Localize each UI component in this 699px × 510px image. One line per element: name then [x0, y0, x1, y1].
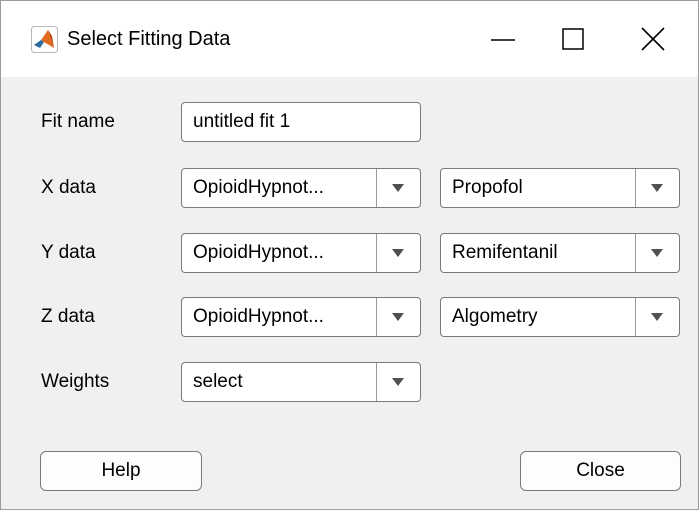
x-data-variable-dropdown[interactable]: Propofol: [440, 168, 680, 208]
dropdown-arrow[interactable]: [376, 363, 420, 401]
chevron-down-icon: [392, 184, 404, 192]
weights-value: select: [193, 371, 243, 392]
dropdown-arrow[interactable]: [376, 169, 420, 207]
matlab-membrane-icon: [31, 26, 58, 53]
dropdown-arrow[interactable]: [635, 298, 679, 336]
weights-label: Weights: [41, 371, 110, 392]
title-bar[interactable]: Select Fitting Data: [1, 1, 698, 77]
z-data-label: Z data: [41, 306, 95, 327]
dropdown-arrow[interactable]: [376, 234, 420, 272]
z-data-source-value: OpioidHypnot...: [193, 306, 324, 327]
x-data-source-dropdown[interactable]: OpioidHypnot...: [181, 168, 421, 208]
close-button[interactable]: Close: [520, 451, 681, 491]
y-data-source-value: OpioidHypnot...: [193, 242, 324, 263]
dropdown-arrow[interactable]: [635, 234, 679, 272]
chevron-down-icon: [392, 378, 404, 386]
fit-name-label: Fit name: [41, 111, 115, 132]
help-button[interactable]: Help: [40, 451, 202, 491]
y-data-variable-dropdown[interactable]: Remifentanil: [440, 233, 680, 273]
fit-name-input[interactable]: untitled fit 1: [181, 102, 421, 142]
close-window-button[interactable]: [613, 1, 693, 77]
z-data-source-dropdown[interactable]: OpioidHypnot...: [181, 297, 421, 337]
minimize-button[interactable]: [463, 1, 543, 77]
x-data-label: X data: [41, 177, 96, 198]
minimize-icon: [491, 39, 515, 41]
maximize-icon: [562, 28, 584, 50]
x-data-variable-value: Propofol: [452, 177, 523, 198]
chevron-down-icon: [392, 249, 404, 257]
maximize-button[interactable]: [533, 1, 613, 77]
dialog-window: Select Fitting Data Fit name untitled fi…: [0, 0, 699, 510]
z-data-variable-value: Algometry: [452, 306, 538, 327]
z-data-variable-dropdown[interactable]: Algometry: [440, 297, 680, 337]
dropdown-arrow[interactable]: [376, 298, 420, 336]
chevron-down-icon: [651, 313, 663, 321]
x-data-source-value: OpioidHypnot...: [193, 177, 324, 198]
y-data-label: Y data: [41, 242, 96, 263]
chevron-down-icon: [392, 313, 404, 321]
dropdown-arrow[interactable]: [635, 169, 679, 207]
y-data-source-dropdown[interactable]: OpioidHypnot...: [181, 233, 421, 273]
fit-name-value: untitled fit 1: [193, 111, 291, 132]
weights-dropdown[interactable]: select: [181, 362, 421, 402]
y-data-variable-value: Remifentanil: [452, 242, 558, 263]
close-icon: [641, 27, 665, 51]
window-title: Select Fitting Data: [67, 28, 231, 50]
chevron-down-icon: [651, 184, 663, 192]
chevron-down-icon: [651, 249, 663, 257]
